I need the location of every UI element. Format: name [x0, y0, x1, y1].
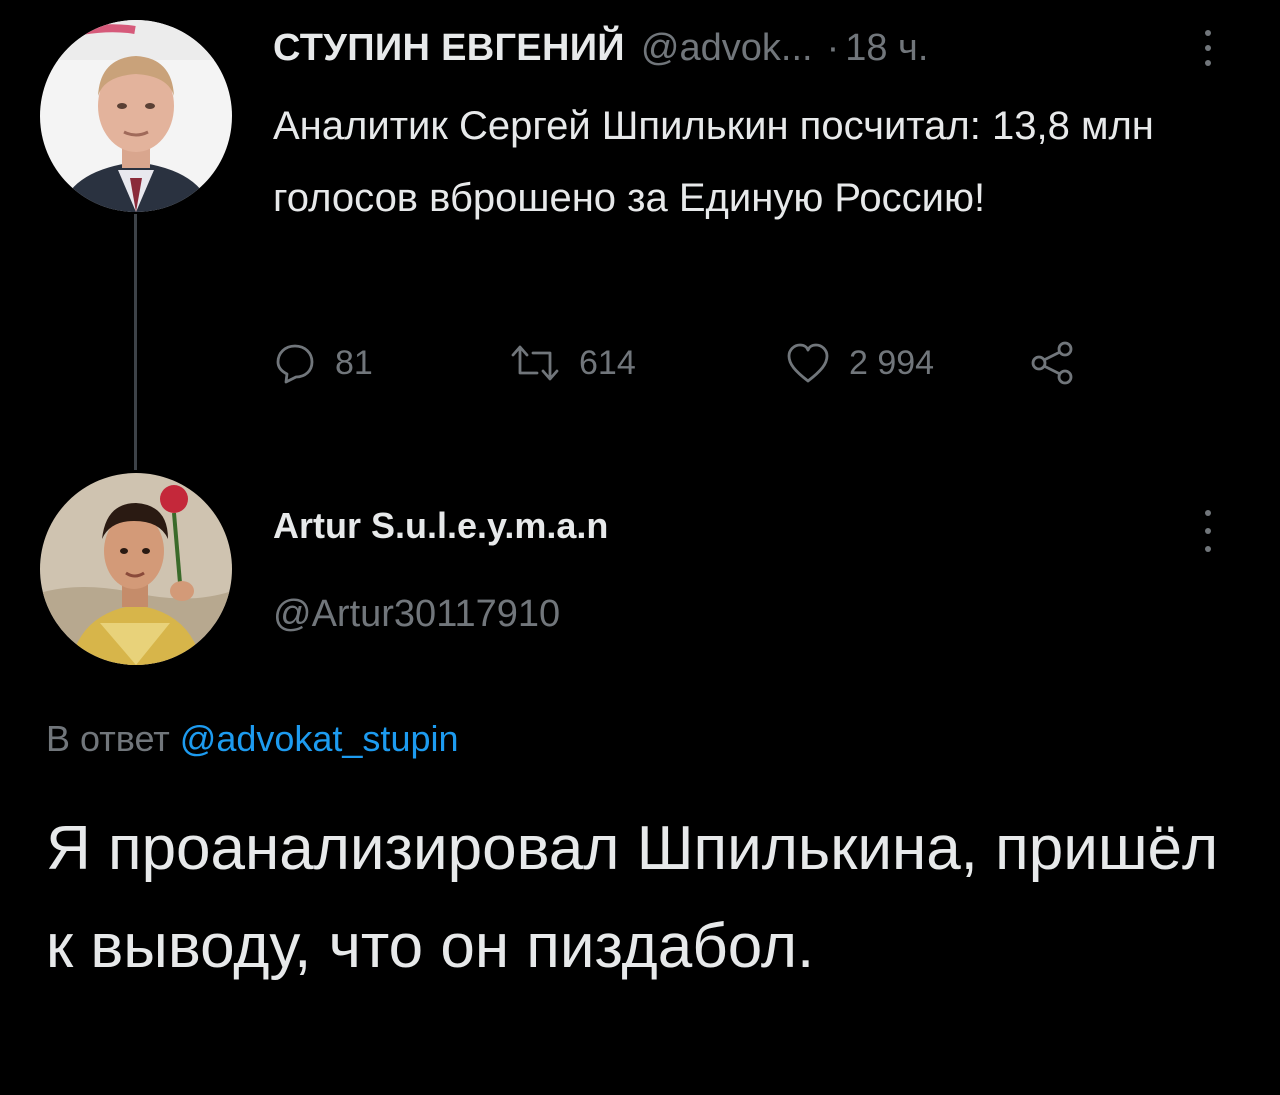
author-name[interactable]: СТУПИН ЕВГЕНИЙ [273, 27, 625, 70]
tweet-timestamp[interactable]: 18 ч. [845, 27, 928, 70]
header-separator: · [826, 26, 840, 69]
tweet-actions-bar: 81 614 2 994 [273, 333, 1103, 393]
author-handle[interactable]: @advok... [641, 27, 813, 70]
author-avatar-ступин[interactable] [40, 20, 232, 212]
person-photo-avatar-icon [40, 20, 232, 212]
tweet-header: СТУПИН ЕВГЕНИЙ @advok... · 18 ч. [273, 22, 928, 74]
more-options-icon[interactable] [1204, 510, 1212, 552]
retweet-button[interactable]: 614 [509, 333, 636, 393]
author-handle[interactable]: @Artur30117910 [273, 593, 560, 636]
thread-connector-line [134, 214, 137, 470]
reply-count: 81 [335, 343, 373, 382]
retweet-count: 614 [579, 343, 636, 382]
retweet-icon [511, 345, 559, 381]
reply-button[interactable]: 81 [273, 333, 373, 393]
tweet-text: Аналитик Сергей Шпилькин посчитал: 13,8 … [273, 104, 1154, 220]
person-photo-avatar-icon [40, 473, 232, 665]
share-icon [1031, 341, 1073, 385]
reply-icon [276, 344, 314, 384]
share-button[interactable] [1029, 333, 1077, 393]
reply-mention-link[interactable]: @advokat_stupin [180, 718, 459, 759]
reply-prefix: В ответ [46, 718, 170, 759]
more-options-icon[interactable] [1204, 30, 1212, 66]
author-avatar-artur[interactable] [40, 473, 232, 665]
tweet-text: Я проанализировал Шпилькина, пришёл к вы… [46, 814, 1219, 981]
reply-to-line: В ответ @advokat_stupin [46, 718, 459, 760]
heart-icon [787, 343, 829, 383]
like-count: 2 994 [849, 343, 935, 382]
like-button[interactable]: 2 994 [785, 333, 934, 393]
author-name[interactable]: Artur S.u.l.e.y.m.a.n [273, 505, 608, 547]
